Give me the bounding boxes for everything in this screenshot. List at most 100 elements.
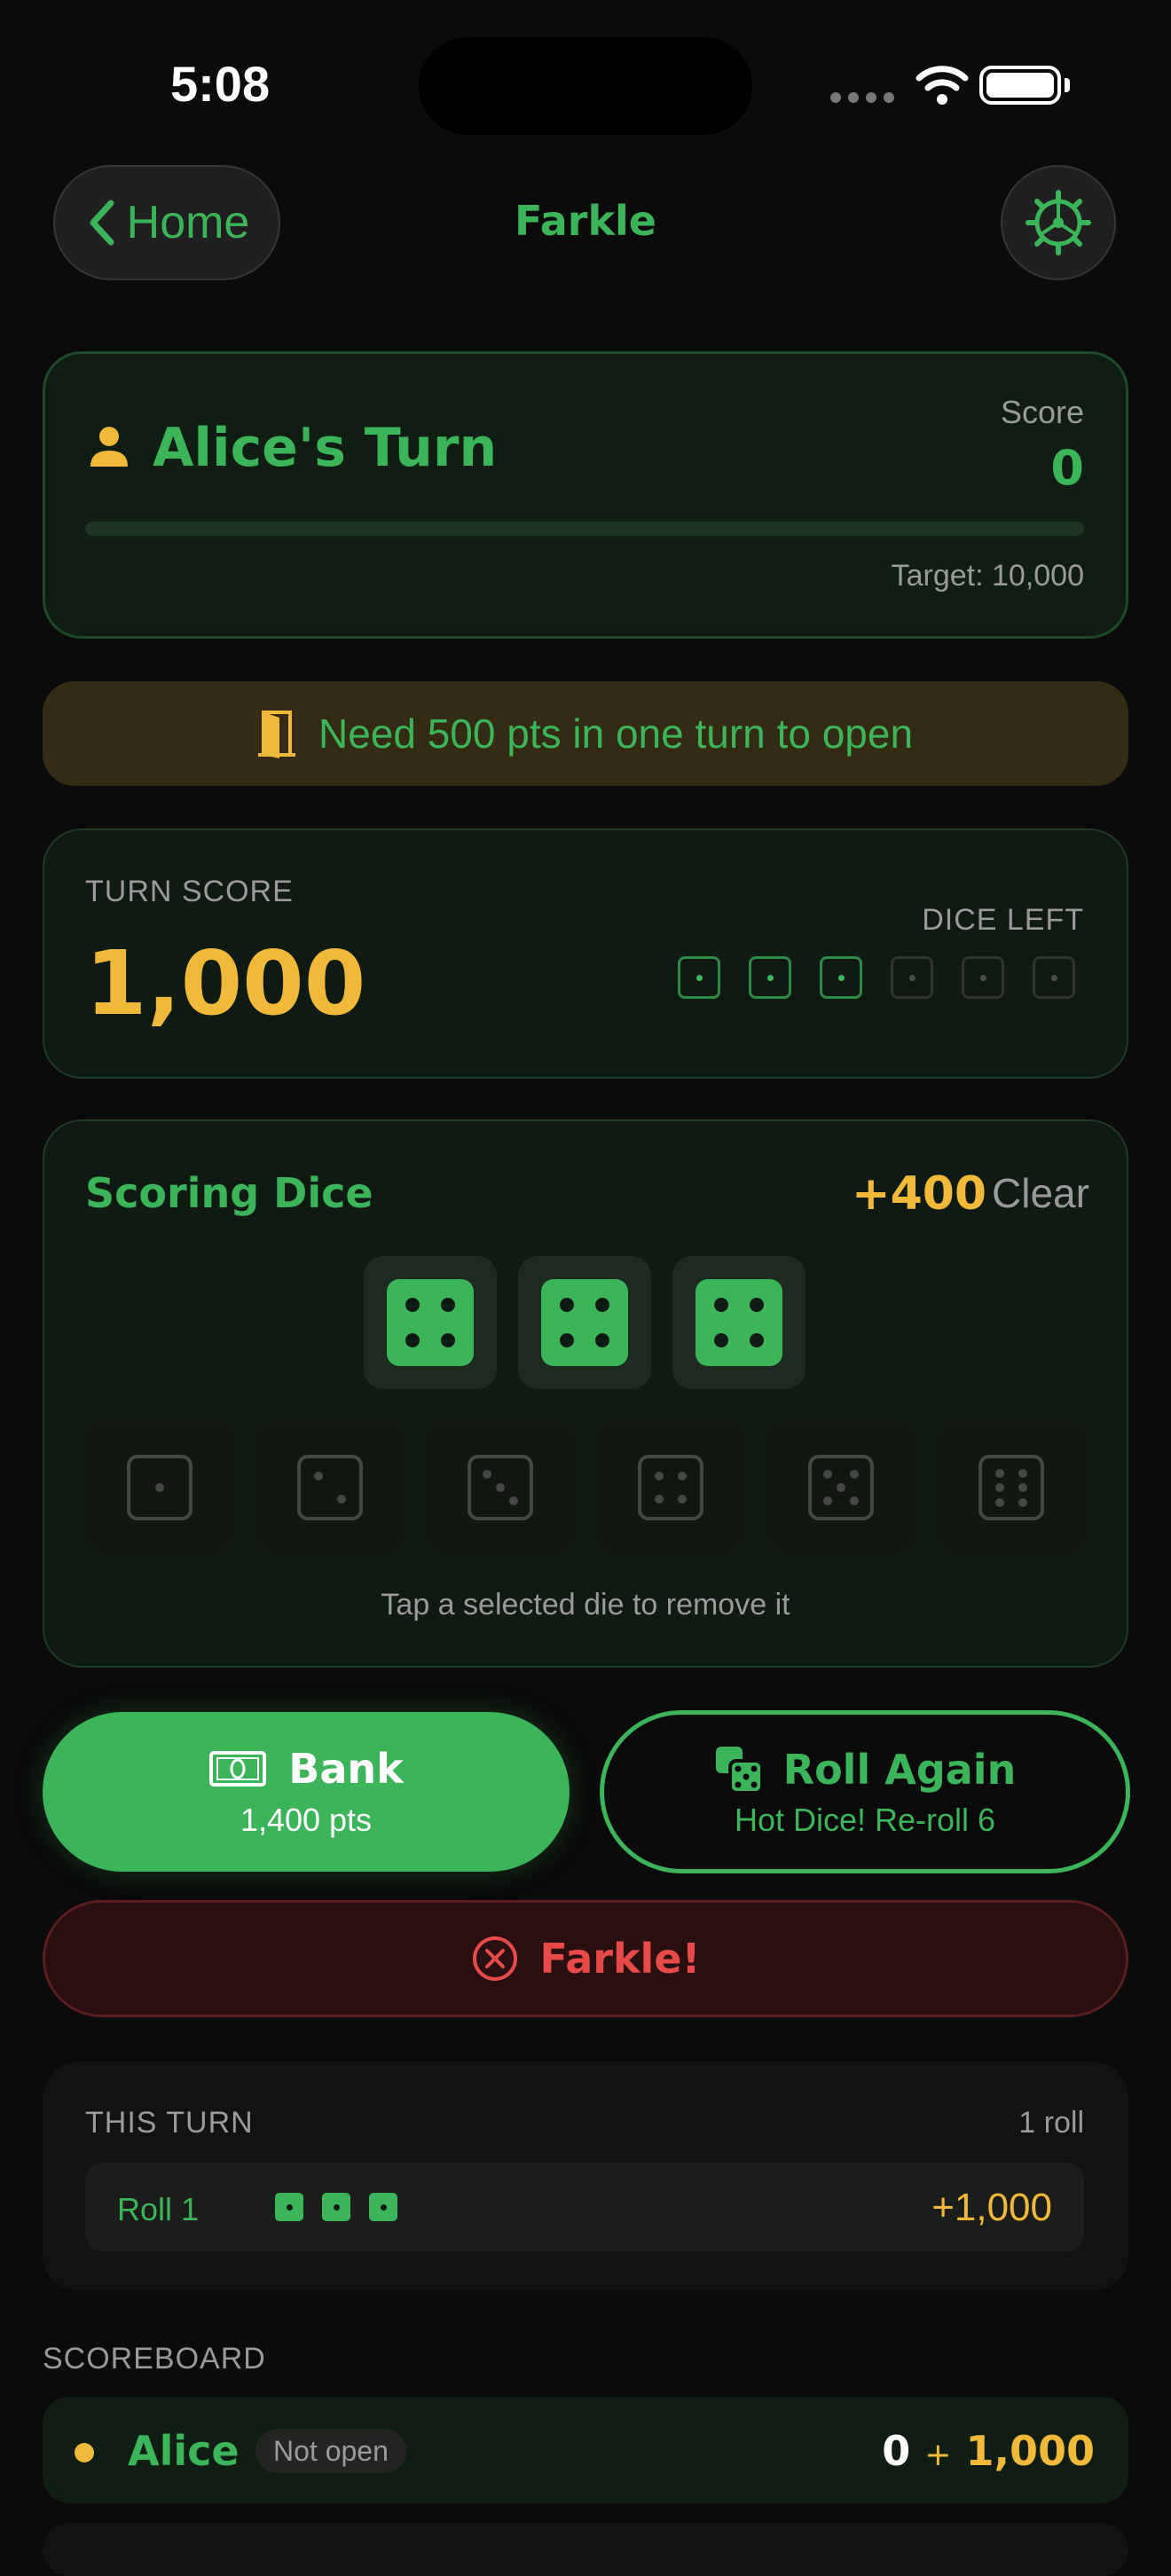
roll-count: 1 roll [1018, 2106, 1084, 2140]
farkle-button[interactable]: Farkle! [43, 1900, 1128, 2017]
selected-die[interactable] [672, 1256, 806, 1389]
home-button-label: Home [126, 197, 250, 248]
farkle-button-label: Farkle! [539, 1935, 701, 1983]
die-pip [654, 1471, 664, 1480]
die-pip [1050, 974, 1057, 981]
die-pip [749, 1298, 764, 1313]
roll-again-label: Roll Again [782, 1746, 1017, 1794]
player-score: 0 [1050, 440, 1084, 496]
die-pip [714, 1332, 729, 1347]
scoreboard-pending-score: 1,000 [965, 2427, 1095, 2475]
die-pip [994, 1497, 1004, 1507]
scoring-dice-points: +400 [852, 1167, 987, 1221]
pickable-die-3[interactable] [426, 1421, 575, 1554]
dice-left-indicators [678, 956, 1075, 999]
pickable-dice-row [85, 1421, 1086, 1554]
scoring-dice-title: Scoring Dice [85, 1169, 373, 1217]
die-face [978, 1455, 1044, 1520]
door-icon [257, 711, 295, 758]
pickable-die-1[interactable] [85, 1421, 234, 1554]
roll-die [275, 2193, 303, 2221]
die-pip [1018, 1497, 1028, 1507]
die-face [638, 1455, 703, 1520]
die-face [127, 1455, 193, 1520]
die-pip [849, 1496, 859, 1505]
die-pip [749, 1332, 764, 1347]
die-remaining [678, 956, 720, 999]
die-pip [440, 1298, 455, 1313]
gear-icon [1026, 190, 1091, 255]
clear-button[interactable]: Clear [992, 1169, 1089, 1217]
die-pip [678, 1471, 688, 1480]
chevron-left-icon [90, 200, 114, 246]
roll-dice [275, 2193, 397, 2221]
scoring-dice-hint: Tap a selected die to remove it [381, 1588, 790, 1622]
plus-sign: + [924, 2437, 952, 2473]
x-circle-icon [472, 1936, 517, 1981]
die-pip [594, 1298, 609, 1313]
roll-die [369, 2193, 397, 2221]
selected-dice-row [364, 1256, 806, 1389]
selected-die[interactable] [364, 1256, 497, 1389]
open-requirement-text: Need 500 pts in one turn to open [318, 711, 914, 757]
dynamic-island [419, 37, 752, 135]
die-pip [696, 974, 703, 981]
die-pip [483, 1470, 492, 1480]
die-remaining [820, 956, 862, 999]
die-pip [837, 1483, 845, 1492]
pickable-die-2[interactable] [255, 1421, 405, 1554]
roll-again-button[interactable]: Roll Again Hot Dice! Re-roll 6 [600, 1710, 1130, 1873]
settings-button[interactable] [1001, 165, 1116, 280]
die-pip [849, 1470, 859, 1480]
scoreboard-row[interactable] [43, 2523, 1128, 2576]
cellular-signal-icon [830, 92, 894, 103]
die-pip [714, 1298, 729, 1313]
die-pip [560, 1332, 575, 1347]
die-pip [560, 1298, 575, 1313]
battery-icon [979, 66, 1061, 105]
person-icon [90, 427, 128, 467]
score-label: Score [1000, 394, 1084, 430]
bank-button[interactable]: Bank 1,400 pts [43, 1712, 570, 1872]
die-pip [823, 1470, 833, 1480]
die-pip [594, 1332, 609, 1347]
die-pip [678, 1495, 688, 1504]
pickable-die-6[interactable] [937, 1421, 1086, 1554]
die-pip [994, 1483, 1004, 1492]
scoreboard-label: SCOREBOARD [43, 2342, 266, 2376]
die-pip [979, 974, 986, 981]
die-pip [508, 1496, 518, 1505]
scoreboard-player-name: Alice [128, 2427, 240, 2475]
roll-die [322, 2193, 350, 2221]
die-pip [333, 2203, 340, 2211]
scoreboard-banked-score: 0 [882, 2427, 911, 2475]
die-pip [155, 1483, 164, 1492]
die-pip [313, 1471, 323, 1480]
pickable-die-4[interactable] [596, 1421, 745, 1554]
target-label: Target: 10,000 [891, 559, 1084, 593]
wifi-icon [916, 66, 969, 105]
this-turn-label: THIS TURN [85, 2106, 254, 2140]
die-face [387, 1279, 474, 1366]
roll-again-sub: Hot Dice! Re-roll 6 [734, 1802, 996, 1838]
home-button[interactable]: Home [53, 165, 280, 280]
die-pip [654, 1495, 664, 1504]
die-pip [405, 1298, 420, 1313]
die-face [808, 1455, 874, 1520]
die-pip [994, 1468, 1004, 1478]
die-face [297, 1455, 363, 1520]
die-pip [837, 974, 845, 981]
battery-cap [1065, 78, 1070, 92]
bank-button-points: 1,400 pts [240, 1802, 373, 1838]
dice-left-label: DICE LEFT [922, 903, 1084, 937]
die-used [891, 956, 933, 999]
selected-die[interactable] [518, 1256, 651, 1389]
dice-icon [715, 1747, 764, 1795]
die-pip [496, 1483, 505, 1492]
active-player-dot [75, 2443, 94, 2462]
status-badge: Not open [255, 2429, 406, 2473]
die-pip [337, 1495, 347, 1504]
pickable-die-5[interactable] [766, 1421, 916, 1554]
die-face [468, 1455, 533, 1520]
die-pip [1018, 1483, 1028, 1492]
